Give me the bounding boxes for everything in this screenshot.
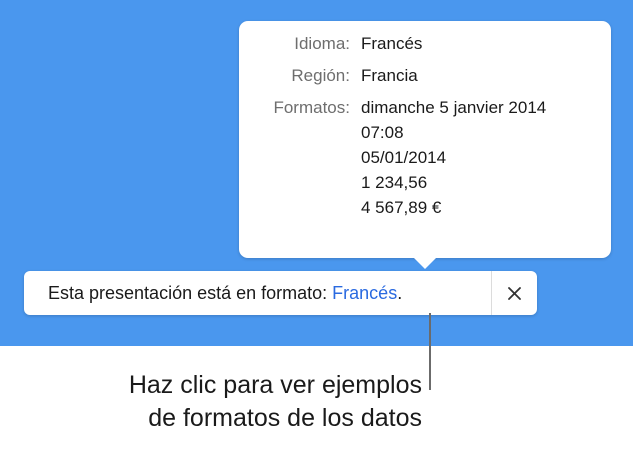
format-currency: 4 567,89 € bbox=[361, 198, 442, 217]
format-popover: Idioma: Francés Región: Francia Formatos… bbox=[239, 21, 611, 258]
stage: Idioma: Francés Región: Francia Formatos… bbox=[0, 0, 633, 451]
idioma-value: Francés bbox=[361, 34, 423, 53]
idioma-label: Idioma: bbox=[294, 34, 350, 53]
format-date-short: 05/01/2014 bbox=[361, 148, 447, 167]
format-banner: Esta presentación está en formato: Franc… bbox=[24, 271, 537, 315]
format-time: 07:08 bbox=[361, 123, 404, 142]
banner-suffix: . bbox=[397, 283, 403, 303]
region-label: Región: bbox=[291, 66, 350, 85]
formatos-label: Formatos: bbox=[273, 98, 350, 117]
banner-message: Esta presentación está en formato: bbox=[48, 283, 333, 303]
banner-text: Esta presentación está en formato: Franc… bbox=[48, 271, 402, 315]
caption-line-1: Haz clic para ver ejemplos bbox=[128, 371, 422, 399]
formatos-values: dimanche 5 janvier 2014 07:08 05/01/2014… bbox=[361, 95, 546, 220]
format-number: 1 234,56 bbox=[361, 173, 428, 192]
close-button[interactable] bbox=[492, 271, 537, 315]
format-date-long: dimanche 5 janvier 2014 bbox=[361, 98, 547, 117]
callout-caption: Haz clic para ver ejemplos de formatos d… bbox=[129, 369, 422, 435]
popover-arrow bbox=[412, 256, 438, 269]
format-link[interactable]: Francés bbox=[332, 283, 397, 303]
region-value: Francia bbox=[361, 66, 418, 85]
callout-line bbox=[429, 313, 431, 390]
close-icon bbox=[508, 287, 521, 300]
caption-line-2: de formatos de los datos bbox=[148, 404, 422, 432]
